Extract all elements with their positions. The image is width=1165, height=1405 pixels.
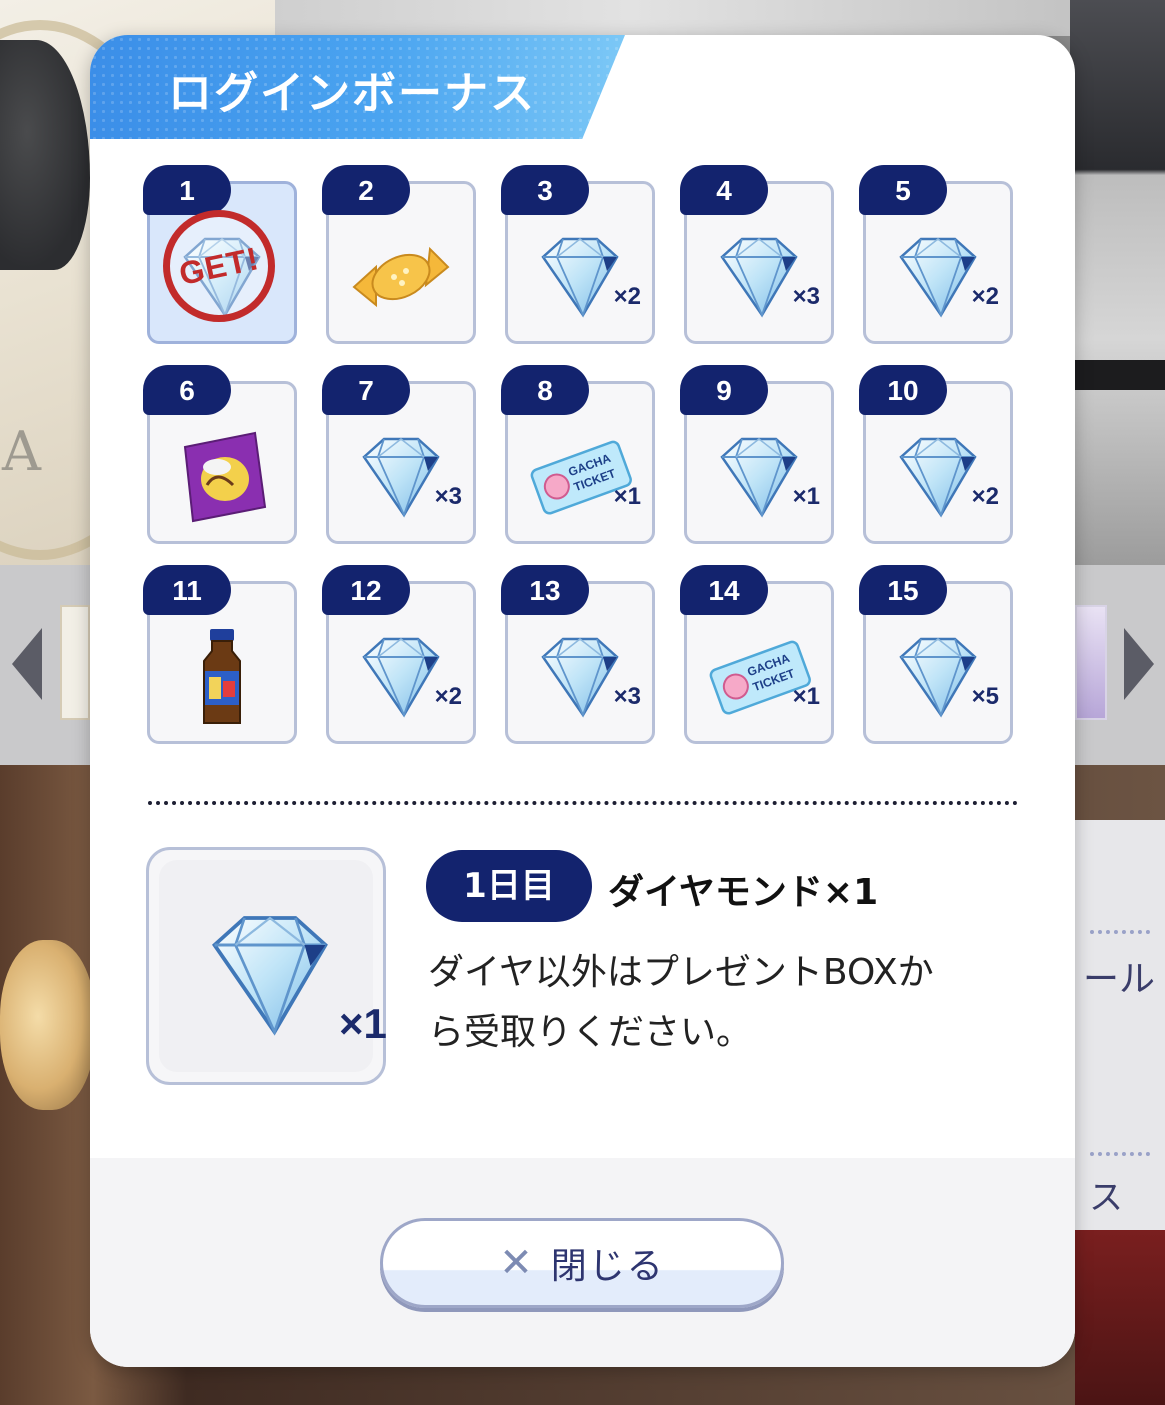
day-number-badge: 10 bbox=[859, 365, 947, 415]
diamond-icon bbox=[525, 627, 635, 727]
day-number-badge: 5 bbox=[859, 165, 947, 215]
background-lantern bbox=[0, 940, 95, 1110]
day-14-reward[interactable]: 14 ×1 bbox=[680, 565, 834, 744]
reward-note-line: ら受取りください。 bbox=[428, 1012, 753, 1053]
claimed-stamp-text: GET! bbox=[175, 239, 262, 292]
snack-bag-icon bbox=[167, 427, 277, 527]
day-12-reward[interactable]: 12 ×2 bbox=[322, 565, 476, 744]
carousel-prev-arrow-icon[interactable] bbox=[12, 628, 42, 700]
reward-quantity: ×1 bbox=[613, 483, 641, 510]
gacha-ticket-icon bbox=[704, 627, 814, 727]
background-card-letter: A bbox=[2, 420, 41, 483]
reward-quantity: ×3 bbox=[434, 483, 462, 510]
claimed-stamp-icon: GET! bbox=[163, 210, 275, 322]
day-number-badge: 13 bbox=[501, 565, 589, 615]
day-number-badge: 4 bbox=[680, 165, 768, 215]
day-3-reward[interactable]: 3 ×2 bbox=[501, 165, 655, 344]
diamond-icon bbox=[525, 227, 635, 327]
background-top-strip bbox=[275, 0, 1165, 36]
reward-quantity: ×1 bbox=[792, 683, 820, 710]
day-number-badge: 14 bbox=[680, 565, 768, 615]
diamond-icon bbox=[346, 427, 456, 527]
selected-reward-preview: ×1 bbox=[146, 847, 387, 1085]
selected-day-badge: 1日目 bbox=[426, 850, 592, 922]
background-curtain bbox=[1075, 1230, 1165, 1405]
energy-drink-icon bbox=[167, 627, 277, 727]
background-menu-text: ール bbox=[1083, 959, 1156, 1000]
diamond-icon bbox=[704, 427, 814, 527]
day-1-reward[interactable]: 1 GET! bbox=[143, 165, 297, 344]
background-menu-panel: ール ス bbox=[1075, 820, 1165, 1230]
selected-reward-quantity: ×1 bbox=[339, 1000, 387, 1047]
carousel-thumbnail-right bbox=[1075, 605, 1107, 720]
diamond-icon bbox=[883, 627, 993, 727]
day-6-reward[interactable]: 6 bbox=[143, 365, 297, 544]
diamond-icon bbox=[883, 427, 993, 527]
day-number-badge: 2 bbox=[322, 165, 410, 215]
diamond-icon bbox=[346, 627, 456, 727]
reward-quantity: ×1 bbox=[792, 483, 820, 510]
reward-quantity: ×3 bbox=[792, 283, 820, 310]
diamond-icon bbox=[883, 227, 993, 327]
background-divider bbox=[1090, 1152, 1150, 1156]
close-icon: ✕ bbox=[499, 1240, 533, 1286]
reward-quantity: ×2 bbox=[971, 483, 999, 510]
reward-quantity: ×2 bbox=[971, 283, 999, 310]
divider bbox=[148, 801, 1018, 805]
background-menu-text: ス bbox=[1089, 1178, 1123, 1218]
reward-quantity: ×2 bbox=[434, 683, 462, 710]
login-bonus-modal: ログインボーナス 1 GET! 2 3 ×2 4 ×3 5 ×2 6 7 ×3 8 ×1 9 ×1 10 ×2 11… bbox=[90, 35, 1075, 1367]
day-number-badge: 1 bbox=[143, 165, 231, 215]
day-number-badge: 9 bbox=[680, 365, 768, 415]
gacha-ticket-icon bbox=[525, 427, 635, 527]
background-character-right bbox=[1070, 0, 1165, 565]
day-7-reward[interactable]: 7 ×3 bbox=[322, 365, 476, 544]
reward-note: ダイヤ以外はプレゼントBOXか ら受取りください。 bbox=[428, 943, 1028, 1063]
day-number-badge: 7 bbox=[322, 365, 410, 415]
background-divider bbox=[1090, 930, 1150, 934]
carousel-thumbnail-left bbox=[60, 605, 90, 720]
reward-quantity: ×3 bbox=[613, 683, 641, 710]
day-number-badge: 12 bbox=[322, 565, 410, 615]
day-4-reward[interactable]: 4 ×3 bbox=[680, 165, 834, 344]
close-button[interactable]: ✕ 閉じる bbox=[380, 1218, 784, 1308]
selected-reward-name: ダイヤモンド×1 bbox=[608, 872, 879, 913]
day-5-reward[interactable]: 5 ×2 bbox=[859, 165, 1013, 344]
reward-quantity: ×5 bbox=[971, 683, 999, 710]
day-number-badge: 15 bbox=[859, 565, 947, 615]
day-13-reward[interactable]: 13 ×3 bbox=[501, 565, 655, 744]
diamond-icon bbox=[185, 900, 355, 1050]
close-button-label: 閉じる bbox=[550, 1246, 665, 1287]
day-10-reward[interactable]: 10 ×2 bbox=[859, 365, 1013, 544]
carousel-next-arrow-icon[interactable] bbox=[1124, 628, 1154, 700]
modal-title: ログインボーナス bbox=[168, 68, 536, 119]
day-2-reward[interactable]: 2 bbox=[322, 165, 476, 344]
day-number-badge: 11 bbox=[143, 565, 231, 615]
candy-icon bbox=[346, 227, 456, 327]
day-number-badge: 6 bbox=[143, 365, 231, 415]
reward-quantity: ×2 bbox=[613, 283, 641, 310]
day-9-reward[interactable]: 9 ×1 bbox=[680, 365, 834, 544]
day-11-reward[interactable]: 11 bbox=[143, 565, 297, 744]
reward-note-line: ダイヤ以外はプレゼントBOXか bbox=[428, 952, 934, 993]
day-number-badge: 3 bbox=[501, 165, 589, 215]
day-15-reward[interactable]: 15 ×5 bbox=[859, 565, 1013, 744]
day-number-badge: 8 bbox=[501, 365, 589, 415]
diamond-icon bbox=[704, 227, 814, 327]
day-8-reward[interactable]: 8 ×1 bbox=[501, 365, 655, 544]
